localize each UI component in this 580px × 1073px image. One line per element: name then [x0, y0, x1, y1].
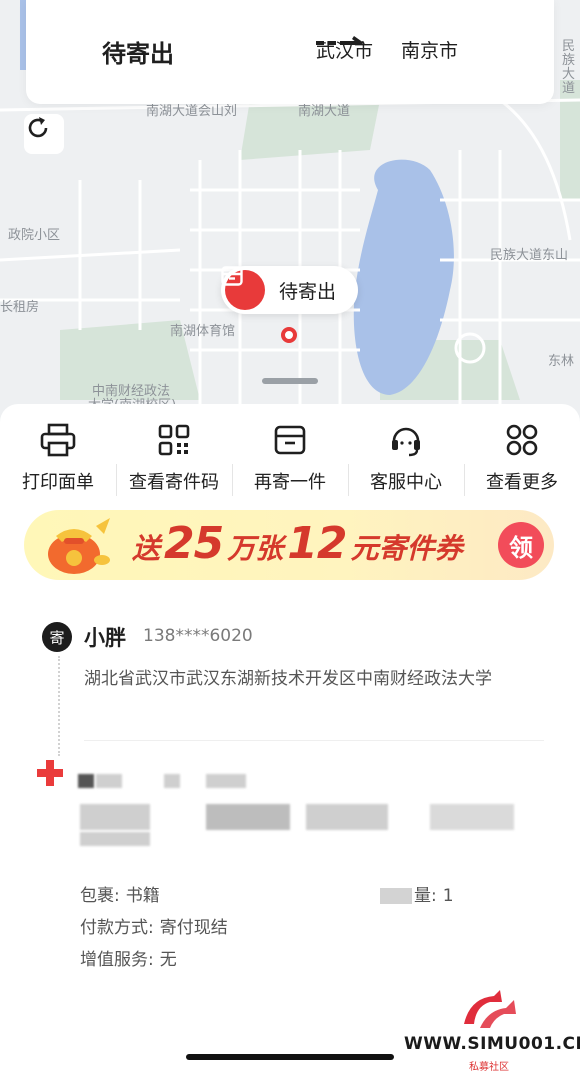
- payment-key: 付款方式:: [80, 918, 154, 938]
- map-label: 南湖体育馆: [170, 324, 236, 339]
- quick-actions: 打印面单 查看寄件码 再寄一件 客服中心 查看更多: [0, 420, 580, 498]
- watermark: WWW.SIMU001.CN 私募社区: [404, 988, 580, 1073]
- sender-address: 湖北省武汉市武汉东湖新技术开发区中南财经政法大学: [84, 669, 492, 689]
- coupon-promo-banner[interactable]: 送 25 万张 12 元寄件券 领: [24, 510, 554, 580]
- print-label-button[interactable]: 打印面单: [0, 420, 116, 498]
- map-label: 长租房: [0, 300, 40, 315]
- home-indicator[interactable]: [186, 1054, 394, 1060]
- printer-icon: [40, 420, 76, 460]
- map-label: 民族大道东山: [490, 248, 569, 263]
- divider: [84, 740, 544, 741]
- sender-badge: 寄: [42, 622, 72, 652]
- watermark-subtitle: 私募社区: [469, 1062, 509, 1073]
- status-header: 待寄出 武汉市 南京市: [26, 0, 554, 104]
- promo-suffix: 元寄件券: [350, 532, 463, 565]
- receiver-badge: [37, 760, 63, 786]
- quantity-label-redacted: [380, 888, 412, 904]
- service-key: 增值服务:: [80, 950, 154, 970]
- action-label: 打印面单: [22, 472, 94, 493]
- status-title: 待寄出: [102, 40, 174, 68]
- location-marker: [281, 327, 297, 343]
- package-details: 包裹: 书籍 量: 1 付款方式: 寄付现结 增值服务: 无: [80, 880, 454, 976]
- map-label: 东林: [548, 354, 575, 369]
- package-row: 包裹: 书籍 量: 1: [80, 880, 454, 912]
- service-value: 无: [159, 950, 177, 970]
- package-key: 包裹:: [80, 886, 120, 906]
- send-again-button[interactable]: 再寄一件: [232, 420, 348, 498]
- action-label: 再寄一件: [254, 472, 326, 493]
- sender-phone: 138****6020: [143, 626, 253, 646]
- customer-service-button[interactable]: 客服中心: [348, 420, 464, 498]
- promo-prefix: 送: [132, 532, 161, 565]
- claim-button[interactable]: 领: [498, 522, 544, 568]
- headset-icon: [389, 420, 423, 460]
- lucky-bag-icon: [38, 516, 116, 576]
- map-label: 政院小区: [8, 228, 61, 243]
- promo-unit: 万张: [227, 532, 284, 565]
- qrcode-icon: [158, 420, 190, 460]
- pin-label: 待寄出: [279, 280, 337, 303]
- map-label: 民族大道: [562, 39, 576, 96]
- promo-count: 25: [164, 518, 224, 569]
- route: 武汉市 南京市: [316, 36, 458, 63]
- to-city: 南京市: [401, 40, 459, 62]
- action-label: 客服中心: [370, 472, 442, 493]
- refresh-button[interactable]: [24, 114, 64, 154]
- sheet-drag-handle[interactable]: [262, 378, 318, 384]
- location-pin-bubble[interactable]: 待寄出: [221, 266, 359, 314]
- payment-row: 付款方式: 寄付现结: [80, 912, 228, 944]
- map-view[interactable]: 南湖大道会山刘 南湖大道 政院小区 民族大道东山 长租房 南湖体育馆 东林 中南…: [0, 0, 580, 430]
- package-icon: [221, 266, 265, 310]
- view-pickup-code-button[interactable]: 查看寄件码: [116, 420, 232, 498]
- package-value: 书籍: [125, 886, 160, 906]
- watermark-text: WWW.SIMU001.CN: [404, 1034, 580, 1054]
- more-grid-icon: [506, 420, 538, 460]
- promo-headline: 送 25 万张 12 元寄件券: [132, 518, 463, 569]
- sender-name: 小胖: [84, 626, 126, 650]
- payment-value: 寄付现结: [159, 918, 228, 938]
- view-more-button[interactable]: 查看更多: [464, 420, 580, 498]
- service-row: 增值服务: 无: [80, 944, 228, 976]
- quantity-key: 量:: [414, 886, 437, 906]
- package-icon: [274, 420, 306, 460]
- route-connector: [58, 656, 60, 756]
- promo-amount: 12: [287, 518, 347, 569]
- action-label: 查看寄件码: [129, 472, 219, 493]
- order-detail-sheet: 打印面单 查看寄件码 再寄一件 客服中心 查看更多 送 25 万张 12 元寄件…: [0, 404, 580, 1073]
- quantity: 量: 1: [380, 880, 454, 912]
- watermark-logo: [460, 988, 522, 1032]
- quantity-value: 1: [442, 886, 454, 906]
- action-label: 查看更多: [486, 472, 558, 493]
